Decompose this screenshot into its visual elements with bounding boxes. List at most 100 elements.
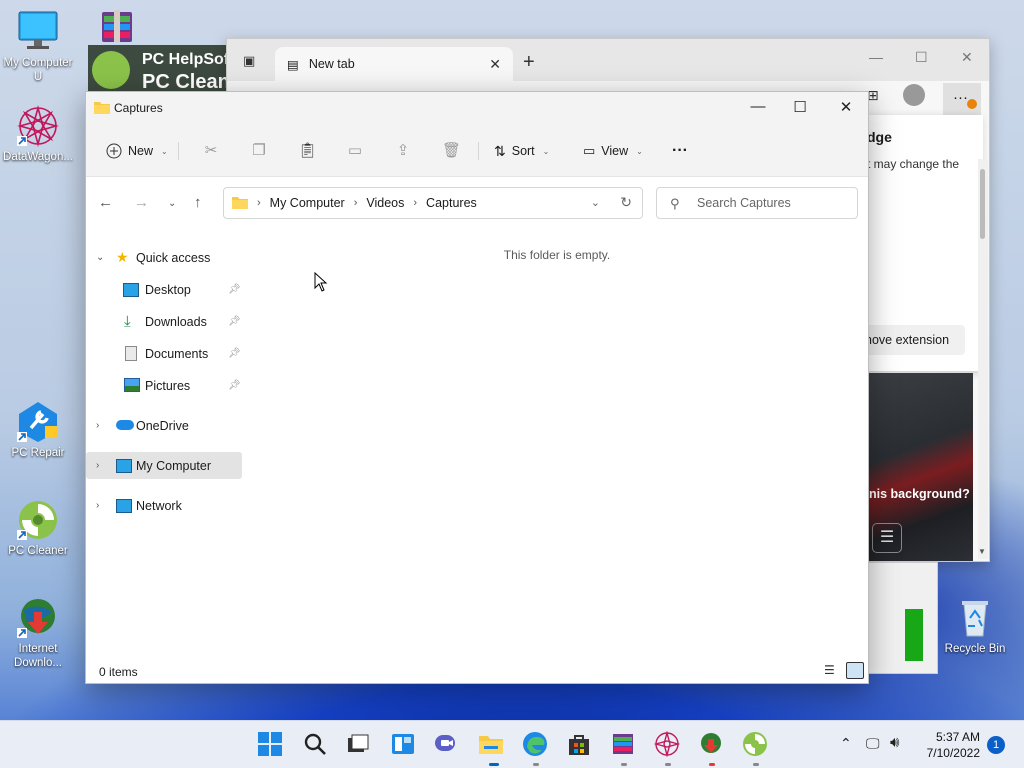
file-explorer-icon[interactable]	[478, 731, 506, 759]
running-indicator	[665, 763, 671, 766]
desktop-icon	[123, 283, 139, 297]
active-indicator	[489, 763, 499, 766]
desktop-icon-my-computer[interactable]: My Computer U	[2, 10, 74, 84]
breadcrumb-videos[interactable]: Videos	[366, 196, 404, 210]
minimize-icon[interactable]: —	[746, 98, 770, 118]
recent-locations-icon[interactable]: ⌄	[168, 198, 176, 209]
widgets-icon[interactable]	[390, 731, 418, 759]
nav-quick-access[interactable]: ⌄ ★ Quick access	[86, 244, 242, 271]
breadcrumb-my-computer[interactable]: My Computer	[270, 196, 345, 210]
nav-label: Network	[136, 498, 182, 513]
start-icon[interactable]	[257, 731, 285, 759]
nav-network[interactable]: › Network	[86, 492, 242, 519]
desktop-icon-internet-download[interactable]: Internet Downlo...	[2, 596, 74, 670]
nav-label: Downloads	[145, 314, 207, 329]
task-view-icon[interactable]	[345, 731, 373, 759]
internet-download-icon[interactable]	[698, 731, 726, 759]
rename-icon[interactable]: ▭	[346, 141, 364, 159]
sort-button[interactable]: ⇅ Sort ⌄	[494, 138, 549, 164]
close-icon[interactable]: ✕	[961, 49, 973, 66]
settings-more-button[interactable]: ···	[943, 83, 981, 115]
nav-pictures[interactable]: Pictures 📌︎	[86, 372, 242, 399]
maximize-icon[interactable]: ☐	[915, 49, 928, 66]
desktop-icon-pc-cleaner[interactable]: PC Cleaner	[2, 498, 74, 558]
background-image: nis background? ☰	[869, 373, 973, 561]
pin-icon: 📌︎	[228, 284, 241, 295]
background-app-window	[868, 562, 938, 674]
pc-repair-icon	[15, 400, 61, 444]
desktop-icon-pc-repair[interactable]: PC Repair	[2, 400, 74, 460]
minimize-icon[interactable]: —	[869, 49, 883, 65]
browser-scrollbar[interactable]: ▼	[978, 159, 988, 559]
new-button[interactable]: New ⌄	[106, 138, 168, 164]
edge-icon[interactable]	[522, 731, 550, 759]
share-icon[interactable]: ⇪	[394, 141, 412, 159]
content-area[interactable]: This folder is empty.	[246, 238, 868, 658]
maximize-icon[interactable]: ☐	[788, 98, 812, 118]
refresh-icon[interactable]: ↻	[620, 194, 632, 211]
winrar-desktop-icon[interactable]	[96, 6, 142, 46]
pin-icon: 📌︎	[228, 316, 241, 327]
flyout-text: t may change the	[867, 157, 960, 171]
pc-cleaner-icon[interactable]	[742, 731, 770, 759]
tab-actions-icon[interactable]: ▣	[243, 53, 255, 69]
background-question[interactable]: nis background?	[869, 487, 970, 501]
breadcrumb-chevron-icon[interactable]: ›	[413, 197, 417, 209]
running-indicator	[709, 763, 715, 766]
details-view-icon[interactable]: ☰	[824, 663, 840, 677]
close-icon[interactable]: ✕	[834, 98, 858, 118]
pin-icon: 📌︎	[228, 380, 241, 391]
browser-tab[interactable]: ▤ New tab ✕	[275, 47, 513, 81]
folder-icon	[232, 195, 248, 212]
search-icon[interactable]	[302, 731, 330, 759]
store-icon[interactable]	[566, 731, 594, 759]
nav-onedrive[interactable]: › OneDrive	[86, 412, 242, 439]
search-input[interactable]: ⚲ Search Captures	[656, 187, 858, 219]
network-status-icon[interactable]: 🖵︎	[866, 735, 880, 752]
nav-documents[interactable]: Documents 📌︎	[86, 340, 242, 367]
copy-icon[interactable]: ❐	[250, 141, 268, 159]
pc-helpsoft-banner: PC HelpSoft PC Clean	[88, 45, 248, 95]
pc-cleaner-logo-icon	[92, 51, 130, 89]
new-tab-button[interactable]: +	[523, 51, 535, 74]
address-dropdown-icon[interactable]: ⌄	[591, 196, 600, 209]
command-bar: New ⌄ ✂ ❐ 📋︎ ▭ ⇪ 🗑︎ ⇅ Sort ⌄ ▭ View ⌄ ··…	[86, 124, 868, 177]
chevron-right-icon[interactable]: ›	[96, 500, 99, 511]
clock[interactable]: 5:37 AM 7/10/2022	[900, 729, 980, 761]
large-icons-view-icon[interactable]	[846, 662, 864, 679]
up-arrow-icon[interactable]: ↑	[194, 194, 202, 211]
chevron-down-icon[interactable]: ⌄	[96, 252, 104, 263]
more-options-button[interactable]: ···	[672, 138, 688, 164]
status-bar: 0 items ☰	[86, 658, 868, 684]
chevron-right-icon[interactable]: ›	[96, 420, 99, 431]
nav-my-computer[interactable]: › My Computer	[86, 452, 242, 479]
forward-arrow-icon[interactable]: →	[134, 194, 149, 211]
recycle-bin-icon	[952, 596, 998, 640]
close-tab-icon[interactable]: ✕	[489, 56, 501, 73]
chevron-up-icon[interactable]: ⌃	[840, 735, 852, 752]
desktop-icon-datawagon[interactable]: DataWagon...	[2, 104, 74, 164]
view-button[interactable]: ▭ View ⌄	[583, 138, 643, 164]
running-indicator	[621, 763, 627, 766]
remove-extension-button[interactable]: nove extension	[865, 325, 965, 355]
window-title: Captures	[114, 101, 163, 115]
back-arrow-icon[interactable]: ←	[98, 194, 113, 211]
nav-desktop[interactable]: Desktop 📌︎	[86, 276, 242, 303]
cut-icon[interactable]: ✂	[202, 141, 220, 159]
datawagon-icon[interactable]	[653, 730, 682, 759]
breadcrumb-captures[interactable]: Captures	[426, 196, 477, 210]
nav-downloads[interactable]: ⤓ Downloads 📌︎	[86, 308, 242, 335]
volume-icon[interactable]: 🔊︎	[890, 734, 899, 751]
file-explorer-window[interactable]: Captures — ☐ ✕ New ⌄ ✂ ❐ 📋︎ ▭ ⇪ 🗑︎ ⇅ Sor…	[85, 91, 869, 684]
menu-icon[interactable]: ☰	[872, 523, 902, 553]
chat-icon[interactable]	[433, 731, 461, 759]
winrar-icon[interactable]	[610, 731, 638, 759]
breadcrumb-chevron-icon[interactable]: ›	[354, 197, 358, 209]
address-bar[interactable]: › My Computer › Videos › Captures ⌄ ↻	[223, 187, 643, 219]
notification-badge[interactable]: 1	[987, 736, 1005, 754]
chevron-right-icon[interactable]: ›	[96, 460, 99, 471]
paste-icon[interactable]: 📋︎	[298, 141, 317, 159]
profile-icon[interactable]	[903, 84, 925, 106]
desktop-icon-recycle-bin[interactable]: Recycle Bin	[939, 596, 1011, 656]
delete-icon[interactable]: 🗑︎	[442, 141, 461, 159]
